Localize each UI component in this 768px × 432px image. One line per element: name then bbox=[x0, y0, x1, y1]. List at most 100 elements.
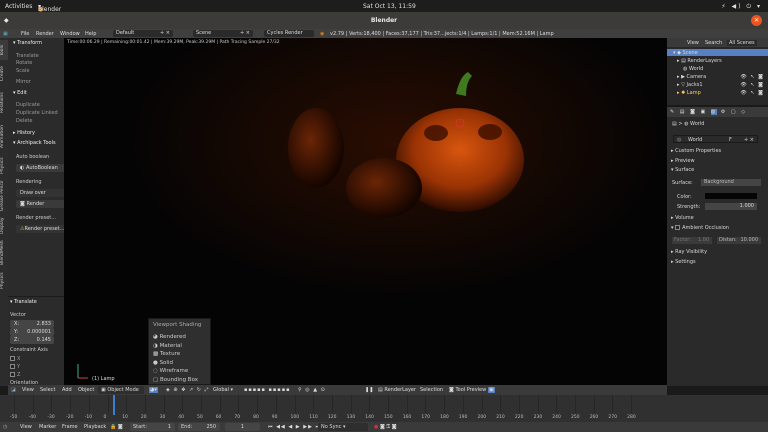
opengl-render-icon[interactable]: ▣ bbox=[488, 387, 495, 393]
app-menu[interactable]: ● Blender ▾ bbox=[38, 3, 61, 13]
rotate-button[interactable]: Rotate bbox=[16, 60, 32, 66]
menu-select[interactable]: Select bbox=[40, 387, 55, 393]
menu-view[interactable]: View bbox=[22, 387, 34, 393]
render-preset-selector[interactable]: ⚠Render preset... bbox=[16, 225, 66, 233]
auto-keying-icons[interactable]: 🔒 ◙ bbox=[110, 424, 123, 430]
outliner-row-world[interactable]: ◍ World bbox=[683, 66, 703, 72]
outliner-display-mode[interactable]: All Scenes bbox=[727, 40, 757, 46]
custom-properties-panel[interactable]: ▸ Custom Properties bbox=[671, 148, 721, 154]
window-close-button[interactable]: × bbox=[751, 15, 762, 26]
autoboolean-button[interactable]: ◐ AutoBoolean bbox=[16, 164, 66, 172]
world-datablock[interactable]: ◍ World F + × bbox=[673, 135, 758, 143]
tab-tools[interactable]: Tools bbox=[0, 40, 8, 60]
pause-render-icon[interactable]: ❚❚ bbox=[365, 387, 373, 393]
system-tray-icons[interactable]: ⚡ ◀) ⏻ ▾ bbox=[721, 3, 762, 11]
duplicate-linked-button[interactable]: Duplicate Linked bbox=[16, 110, 58, 116]
tab-create[interactable]: Create bbox=[0, 62, 8, 86]
delete-button[interactable]: Delete bbox=[16, 118, 32, 124]
tab-animation[interactable]: Animation bbox=[0, 120, 8, 154]
vector-z-field[interactable]: Z: 0.145 bbox=[10, 336, 54, 344]
render-layer-selector[interactable]: ▤ RenderLayer bbox=[378, 387, 416, 393]
duplicate-button[interactable]: Duplicate bbox=[16, 102, 40, 108]
archipack-panel-header[interactable]: ▾ Archipack Tools bbox=[13, 140, 56, 146]
scale-button[interactable]: Scale bbox=[16, 68, 29, 74]
constraint-x-checkbox[interactable]: X bbox=[10, 356, 20, 362]
tab-display[interactable]: Display bbox=[0, 216, 8, 236]
history-panel-header[interactable]: ▸ History bbox=[13, 130, 35, 136]
visibility-icons[interactable]: 👁 ↖ ◙ bbox=[740, 74, 764, 80]
selection-selector[interactable]: Selection bbox=[420, 387, 443, 393]
draw-over-toggle[interactable]: Draw over bbox=[16, 189, 66, 197]
menu-object[interactable]: Object bbox=[78, 387, 94, 393]
tab-physics-top[interactable]: Physics bbox=[0, 156, 8, 176]
menu-add[interactable]: Add bbox=[62, 387, 72, 393]
tool-preview-toggle[interactable]: ◙ Tool Preview bbox=[449, 387, 486, 393]
strength-field[interactable]: 1.000 bbox=[705, 203, 757, 210]
window-menu-icon[interactable]: ◆ bbox=[4, 12, 9, 29]
visibility-icons-2[interactable]: 👁 ↖ ◙ bbox=[740, 82, 764, 88]
edit-panel-header[interactable]: ▾ Edit bbox=[13, 90, 27, 96]
editor-type-icon[interactable]: ▣ bbox=[3, 31, 8, 37]
3d-viewport[interactable]: Time:00:06.29 | Remaining:00:01.42 | Mem… bbox=[64, 38, 667, 385]
transform-orientation-selector[interactable]: Global ▾ bbox=[213, 387, 233, 393]
outliner-row-camera[interactable]: ▸ ▶ Camera bbox=[677, 74, 706, 80]
pivot-and-manipulator-icons[interactable]: ◈ ⊕ ✥ ↗ ↻ ⤢ bbox=[166, 387, 210, 393]
outliner-row-scene[interactable]: ▾ ◆ Scene bbox=[667, 49, 768, 56]
activities-button[interactable]: Activities bbox=[5, 3, 32, 10]
layer-buttons[interactable]: ▪▪▪▪▪ ▪▪▪▪▪ bbox=[244, 387, 290, 393]
settings-panel[interactable]: ▸ Settings bbox=[671, 259, 696, 265]
operator-panel-header[interactable]: ▾ Translate bbox=[10, 299, 37, 305]
screen-layout-selector[interactable]: Default + × bbox=[113, 30, 173, 37]
outliner-row-lamp[interactable]: ▸ ✹ Lamp bbox=[677, 90, 701, 96]
preview-panel[interactable]: ▸ Preview bbox=[671, 158, 695, 164]
ray-visibility-panel[interactable]: ▸ Ray Visibility bbox=[671, 249, 707, 255]
timeline-menu-playback[interactable]: Playback bbox=[84, 424, 106, 430]
properties-context-icons[interactable]: ✎ ▤ ◙ ▣ ◍ ⚙ ▢ ◇ bbox=[670, 109, 747, 115]
menu-file[interactable]: File bbox=[21, 31, 29, 37]
tab-blendmesh[interactable]: BlendMesh bbox=[0, 238, 8, 268]
transform-panel-header[interactable]: ▾ Transform bbox=[13, 40, 42, 46]
shading-rendered[interactable]: ◕ Rendered bbox=[153, 334, 186, 340]
ao-distance-field[interactable]: Distan: 10.000 bbox=[717, 237, 761, 244]
surface-shader-selector[interactable]: Background bbox=[701, 179, 761, 186]
constraint-y-checkbox[interactable]: Y bbox=[10, 364, 20, 370]
vector-x-field[interactable]: X: 2.833 bbox=[10, 320, 54, 328]
outliner-view-menu[interactable]: View bbox=[687, 40, 699, 46]
outliner-row-renderlayers[interactable]: ▸ ▤ RenderLayers bbox=[677, 58, 722, 64]
translate-button[interactable]: Translate bbox=[16, 53, 39, 59]
timeline-menu-frame[interactable]: Frame bbox=[62, 424, 78, 430]
current-frame-line[interactable] bbox=[113, 395, 115, 415]
ambient-occlusion-panel[interactable]: ▾ Ambient Occlusion bbox=[671, 225, 729, 231]
menu-render[interactable]: Render bbox=[36, 31, 54, 37]
menu-window[interactable]: Window bbox=[60, 31, 80, 37]
editor-type-3d-icon[interactable]: ◪ bbox=[11, 387, 16, 393]
tab-grease-pencil[interactable]: Grease Pencil bbox=[0, 178, 8, 214]
sync-mode-selector[interactable]: No Sync ▾ bbox=[318, 423, 368, 431]
shading-solid[interactable]: ● Solid bbox=[153, 360, 173, 366]
record-icon[interactable]: ● ◙ ⚿ ◙ bbox=[374, 424, 397, 430]
menu-help[interactable]: Help bbox=[85, 31, 96, 37]
clock[interactable]: Sat Oct 13, 11:59 bbox=[363, 3, 416, 10]
shading-bounding-box[interactable]: ▢ Bounding Box bbox=[153, 377, 198, 383]
snap-and-render-icons[interactable]: ⚲ ◎ ▲ ⊙ bbox=[298, 387, 326, 393]
end-frame-field[interactable]: End: 250 bbox=[178, 423, 220, 431]
playback-controls-icons[interactable]: ⏮ ◀◀ ◀ ▶ ▶▶ ⏭ bbox=[268, 424, 321, 430]
shading-material[interactable]: ◑ Material bbox=[153, 343, 182, 349]
outliner-row-jacks1[interactable]: ▸ ▽ Jacks1 bbox=[677, 82, 703, 88]
surface-panel[interactable]: ▾ Surface bbox=[671, 167, 694, 173]
volume-panel[interactable]: ▸ Volume bbox=[671, 215, 694, 221]
tab-physics[interactable]: Physics bbox=[0, 270, 8, 292]
render-button[interactable]: ◙ Render bbox=[16, 200, 66, 208]
visibility-icons-3[interactable]: 👁 ↖ ◙ bbox=[740, 90, 764, 96]
shading-texture[interactable]: ▩ Texture bbox=[153, 351, 180, 357]
ao-factor-field[interactable]: Factor: 1.00 bbox=[672, 237, 712, 244]
mirror-button[interactable]: Mirror bbox=[16, 79, 31, 85]
constraint-z-checkbox[interactable]: Z bbox=[10, 372, 20, 378]
editor-type-timeline-icon[interactable]: ◷ bbox=[3, 424, 7, 430]
vector-y-field[interactable]: Y: 0.000001 bbox=[10, 328, 54, 336]
timeline-menu-view[interactable]: View bbox=[20, 424, 32, 430]
start-frame-field[interactable]: Start: 1 bbox=[130, 423, 175, 431]
scene-selector[interactable]: Scene + × bbox=[193, 30, 253, 37]
timeline[interactable]: -50 -40 -30 -20 -10 0 10 20 30 40 50 60 70 80 90 100 110… bbox=[0, 395, 768, 422]
timeline-menu-marker[interactable]: Marker bbox=[39, 424, 56, 430]
